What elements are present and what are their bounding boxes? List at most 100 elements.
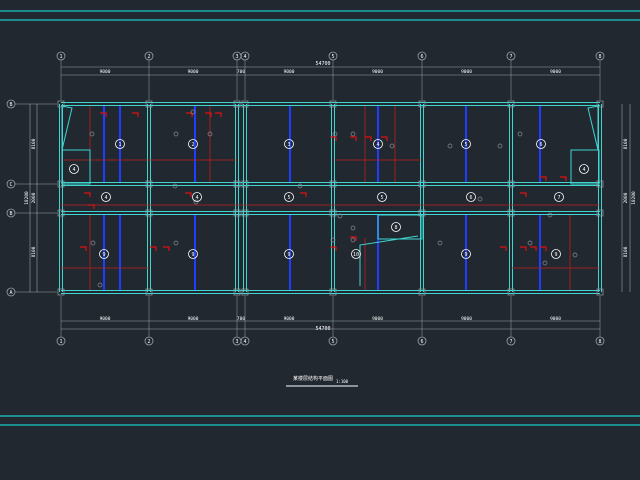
rebar-mark — [215, 112, 222, 117]
axis-label-bottom: 4 — [243, 339, 246, 345]
room-label-corner: 4 — [582, 167, 585, 173]
axis-label-bottom: 3 — [235, 339, 238, 345]
structural-plan — [57, 100, 604, 296]
stair-box — [377, 214, 423, 240]
dim-text-right: 8100 — [623, 138, 629, 149]
dim-text-bottom: 9000 — [461, 316, 472, 322]
annotation-dot — [437, 240, 443, 246]
room-label-top: 3 — [287, 142, 290, 148]
axis-label-top: 1 — [59, 54, 62, 60]
dim-total-left: 18200 — [24, 191, 30, 205]
axis-label-top: 2 — [147, 54, 150, 60]
rebar-mark — [163, 246, 170, 251]
axis-label-bottom: 8 — [598, 339, 601, 345]
dim-text-bottom: 9000 — [284, 316, 295, 322]
annotation-dot — [350, 131, 356, 137]
rebar-mark — [84, 192, 91, 197]
axis-label-bottom: 1 — [59, 339, 62, 345]
dim-text-bottom: 9000 — [188, 316, 199, 322]
annotation-dot — [173, 240, 179, 246]
axis-label-left: B — [9, 102, 12, 108]
annotation-dot — [497, 143, 503, 149]
column — [329, 100, 337, 108]
dim-total-top: 54700 — [315, 61, 330, 67]
title-block: 某楼层结构平面图 1:100 — [286, 375, 358, 387]
room-label-stair: 8 — [394, 225, 397, 231]
room-label-bottom: 9 — [464, 252, 467, 258]
drawing-scale: 1:100 — [336, 379, 349, 384]
column — [233, 180, 241, 188]
dim-text-right: 8100 — [623, 246, 629, 257]
rebar-mark — [381, 136, 388, 141]
column — [507, 100, 515, 108]
rebar-mark — [132, 112, 139, 117]
annotation-dot — [97, 282, 103, 288]
dim-text-top: 9000 — [100, 69, 111, 75]
rebar-mark — [330, 136, 337, 141]
dim-text-left: 8100 — [31, 138, 37, 149]
dimension-lines: 547009000 9000 700 9000 9000 9000 900054700900… — [24, 61, 637, 332]
dim-text-left: 2000 — [31, 192, 37, 203]
column — [241, 288, 249, 296]
room-label-top: 2 — [191, 142, 194, 148]
column — [596, 288, 604, 296]
room-label-mid: 5 — [287, 195, 290, 201]
column — [507, 288, 515, 296]
dim-text-bottom: 700 — [237, 316, 245, 322]
room-label-top: 1 — [118, 142, 121, 148]
column — [596, 209, 604, 217]
stair-diagonal — [587, 105, 599, 151]
column — [329, 209, 337, 217]
annotation-dot — [350, 237, 356, 243]
column — [57, 209, 65, 217]
column — [233, 209, 241, 217]
dim-text-bottom: 9000 — [100, 316, 111, 322]
grid-axis-bubbles: 1 2 3 4 5 6 7 81 2 3 4 5 6 7 8BCBA — [6, 51, 605, 346]
room-label-top: 6 — [539, 142, 542, 148]
room-label-mid: 6 — [469, 195, 472, 201]
rebar-mark — [185, 192, 192, 197]
axis-label-bottom: 2 — [147, 339, 150, 345]
dim-text-bottom: 9000 — [550, 316, 561, 322]
column — [418, 100, 426, 108]
annotation-dot — [517, 131, 523, 137]
axis-label-bottom: 6 — [420, 339, 423, 345]
column — [233, 100, 241, 108]
column — [418, 180, 426, 188]
room-label-mid: 5 — [380, 195, 383, 201]
stair-diagonal — [61, 105, 73, 151]
rebar-mark — [500, 246, 507, 251]
rebar-mark — [80, 246, 87, 251]
column — [241, 180, 249, 188]
column — [145, 209, 153, 217]
room-label-bottom: 9 — [102, 252, 105, 258]
rebar-mark — [530, 246, 537, 251]
cad-drawing-canvas: 547009000 9000 700 9000 9000 9000 900054700900… — [0, 10, 640, 426]
room-label-bottom: 9 — [191, 252, 194, 258]
drawing-frame — [0, 10, 640, 426]
rebar-mark — [88, 204, 95, 209]
corner-room-box — [61, 149, 91, 185]
column — [145, 180, 153, 188]
dim-text-top: 9000 — [372, 69, 383, 75]
axis-label-bottom: 5 — [331, 339, 334, 345]
column — [145, 100, 153, 108]
axis-label-top: 8 — [598, 54, 601, 60]
room-label-bottom: 9 — [287, 252, 290, 258]
column — [329, 180, 337, 188]
dim-text-left: 8100 — [31, 246, 37, 257]
annotation-dot — [572, 252, 578, 258]
room-label-corner: 4 — [72, 167, 75, 173]
dim-text-top: 700 — [237, 69, 245, 75]
axis-label-bottom: 7 — [509, 339, 512, 345]
column — [241, 100, 249, 108]
room-label-bottom: 10 — [353, 252, 359, 258]
rebar-mark — [330, 246, 337, 251]
room-label-mid: 4 — [104, 195, 107, 201]
dim-text-bottom: 9000 — [372, 316, 383, 322]
axis-label-top: 5 — [331, 54, 334, 60]
axis-label-left: C — [9, 182, 12, 188]
rebar-mark — [300, 192, 307, 197]
annotation-dot — [542, 260, 548, 266]
column — [418, 288, 426, 296]
